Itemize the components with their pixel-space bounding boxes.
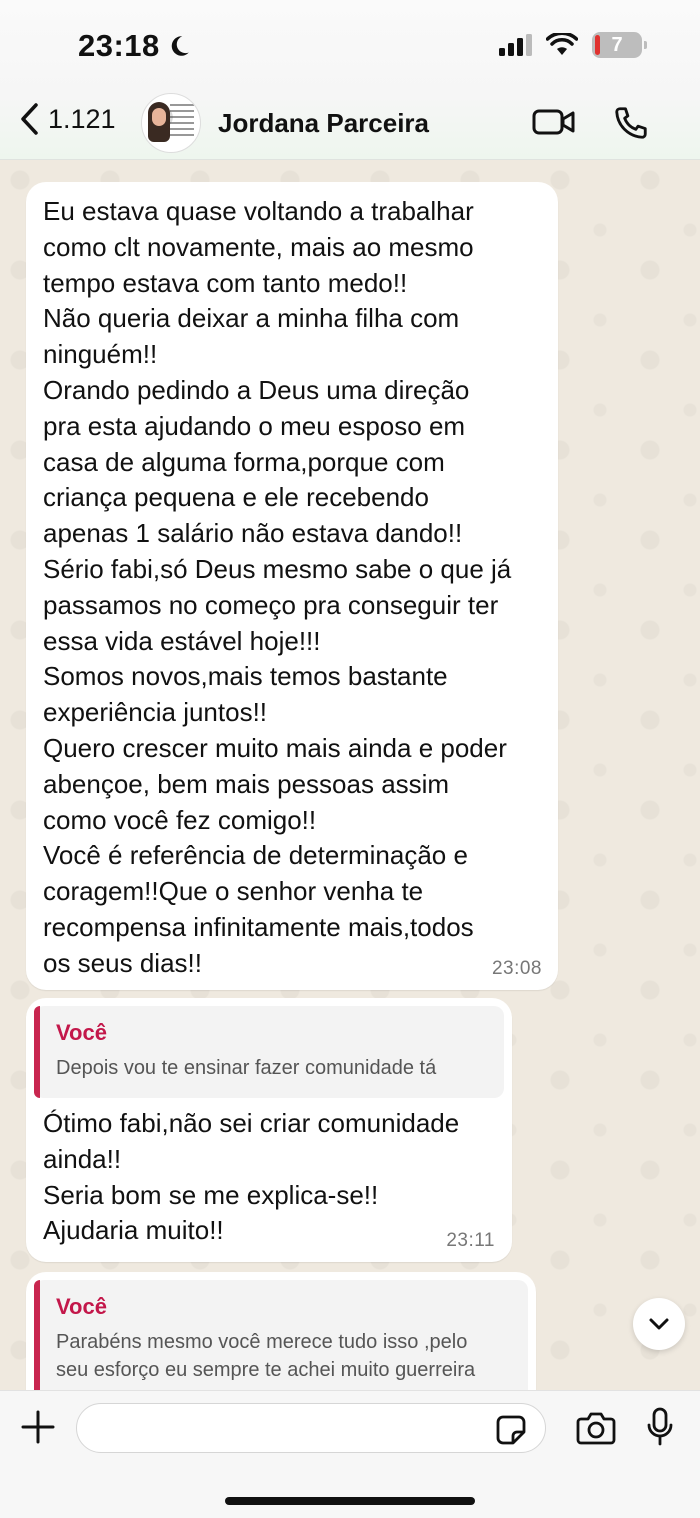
chat-area[interactable]: Eu estava quase voltando a trabalhar com… [0,160,700,1390]
incoming-message[interactable]: Você Depois vou te ensinar fazer comunid… [26,998,512,1262]
composer-bar [0,1390,700,1518]
battery-level: 7 [611,33,623,56]
microphone-icon[interactable] [646,1407,674,1447]
signal-icon [499,34,532,56]
incoming-message[interactable]: Eu estava quase voltando a trabalhar com… [26,182,558,990]
quote-author: Você [56,1294,107,1319]
quoted-message[interactable]: Você Parabéns mesmo você merece tudo iss… [34,1280,528,1390]
avatar[interactable] [141,93,201,153]
message-text: Ótimo fabi,não sei criar comunidade aind… [43,1108,460,1246]
back-button[interactable]: 1.121 [18,102,116,136]
message-time: 23:11 [446,1230,495,1251]
scroll-down-button[interactable] [633,1298,685,1350]
clock: 23:18 [78,28,160,63]
back-chevron-icon [21,103,38,135]
phone-icon[interactable] [612,104,650,142]
video-call-icon[interactable] [532,106,576,138]
message-time: 23:08 [491,958,542,979]
status-time: 23:18 [78,28,192,64]
contact-name[interactable]: Jordana Parceira [218,108,429,139]
chevron-down-icon [649,1318,669,1330]
message-input[interactable] [95,1404,495,1450]
top-bar: 23:18 7 1.121 Jordana Parceira [0,0,700,160]
quote-text: Depois vou te ensinar fazer comunidade t… [56,1057,437,1079]
home-indicator [225,1497,475,1505]
incoming-message[interactable]: Você Parabéns mesmo você merece tudo iss… [26,1272,536,1390]
message-text: Eu estava quase voltando a trabalhar com… [43,196,512,978]
quote-text: Parabéns mesmo você merece tudo isso ,pe… [56,1331,476,1381]
quoted-message[interactable]: Você Depois vou te ensinar fazer comunid… [34,1006,504,1098]
moon-icon [171,36,189,56]
wifi-icon [546,33,578,55]
camera-icon[interactable] [576,1411,616,1445]
unread-count: 1.121 [48,103,116,134]
chat-header: 1.121 Jordana Parceira [0,90,700,156]
battery-icon: 7 [592,32,647,58]
plus-icon[interactable] [20,1409,56,1445]
quote-author: Você [56,1020,107,1045]
status-icons: 7 [499,32,647,58]
message-input-field[interactable] [76,1403,546,1453]
sticker-icon[interactable] [495,1414,527,1446]
